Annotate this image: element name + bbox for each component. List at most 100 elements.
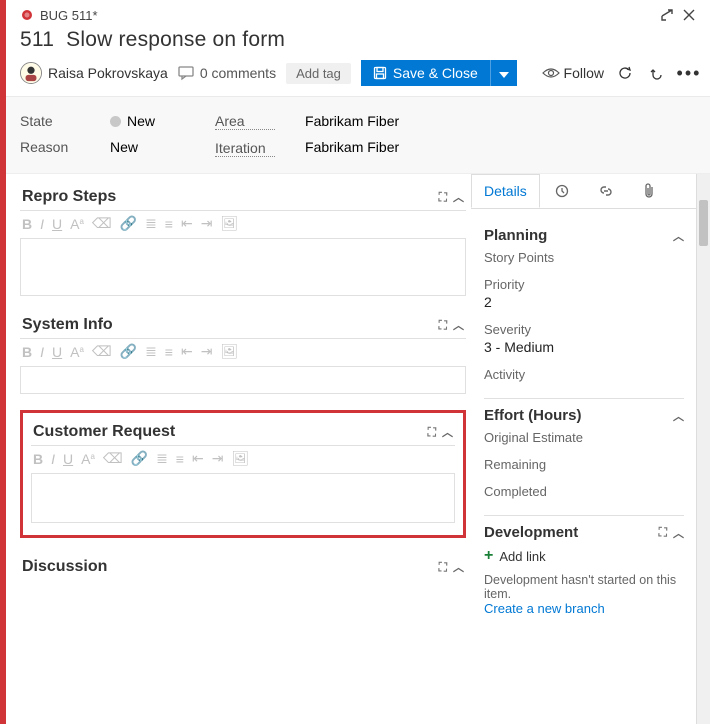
outdent-icon[interactable]: ⇤ (192, 450, 204, 467)
tab-details[interactable]: Details (471, 174, 540, 208)
state-picker[interactable]: New (110, 113, 155, 129)
activity-label: Activity (484, 367, 684, 382)
expand-icon[interactable]: ⛶ (659, 525, 665, 540)
save-dropdown[interactable] (490, 60, 517, 86)
image-icon[interactable]: 🖼 (220, 343, 238, 360)
severity-label: Severity (484, 322, 684, 337)
undo-icon[interactable] (646, 62, 668, 84)
bullet-list-icon[interactable]: ≣ (145, 215, 157, 232)
link-icon[interactable]: 🔗 (120, 215, 137, 232)
outdent-icon[interactable]: ⇤ (181, 343, 193, 360)
editor-toolbar[interactable]: B I U Aᵃ ⌫ 🔗 ≣ ≡ ⇤ ⇥ 🖼 (20, 210, 466, 236)
expand-icon[interactable]: ⛶ (428, 425, 434, 440)
indent-icon[interactable]: ⇥ (212, 450, 224, 467)
work-item-title: Slow response on form (66, 28, 285, 51)
editor-toolbar[interactable]: B I U Aᵃ ⌫ 🔗 ≣ ≡ ⇤ ⇥ 🖼 (20, 338, 466, 364)
bold-icon[interactable]: B (22, 215, 32, 232)
underline-icon[interactable]: U (52, 215, 62, 232)
underline-icon[interactable]: U (63, 450, 73, 467)
state-label: State (20, 113, 80, 129)
original-estimate-field[interactable]: Original Estimate (484, 430, 684, 445)
bug-icon (20, 8, 34, 22)
number-list-icon[interactable]: ≡ (176, 450, 184, 467)
image-icon[interactable]: 🖼 (220, 215, 238, 232)
link-icon[interactable]: 🔗 (131, 450, 148, 467)
follow-button[interactable]: Follow (542, 65, 604, 81)
repro-steps-panel: Repro Steps ⛶ ︿ B I U Aᵃ ⌫ 🔗 ≣ ≡ (20, 184, 466, 296)
font-icon[interactable]: Aᵃ (81, 450, 95, 467)
chevron-up-icon[interactable]: ︿ (442, 424, 453, 440)
italic-icon[interactable]: I (51, 450, 55, 467)
remaining-field[interactable]: Remaining (484, 457, 684, 472)
fullscreen-icon[interactable] (656, 4, 678, 26)
completed-field[interactable]: Completed (484, 484, 684, 499)
close-icon[interactable] (678, 4, 700, 26)
work-item-editor: BUG 511* 511 Slow response on form Raisa… (0, 0, 710, 724)
customer-request-editor[interactable] (31, 473, 455, 523)
state-dot-icon (110, 116, 121, 127)
original-estimate-label: Original Estimate (484, 430, 684, 445)
chevron-up-icon[interactable]: ︿ (673, 525, 684, 541)
repro-steps-editor[interactable] (20, 238, 466, 296)
add-tag-button[interactable]: Add tag (286, 63, 351, 84)
bold-icon[interactable]: B (33, 450, 43, 467)
right-pane: Planning ︿ Story Points Priority 2 Se (472, 209, 696, 724)
save-close-button[interactable]: Save & Close (361, 60, 517, 86)
story-points-field[interactable]: Story Points (484, 250, 684, 265)
topbar: BUG 511* (6, 0, 710, 26)
scroll-thumb[interactable] (699, 200, 708, 246)
more-actions-icon[interactable]: ••• (678, 62, 700, 84)
bullet-list-icon[interactable]: ≣ (156, 450, 168, 467)
italic-icon[interactable]: I (40, 215, 44, 232)
editor-toolbar[interactable]: B I U Aᵃ ⌫ 🔗 ≣ ≡ ⇤ ⇥ 🖼 (31, 445, 455, 471)
bullet-list-icon[interactable]: ≣ (145, 343, 157, 360)
iteration-value[interactable]: Fabrikam Fiber (305, 139, 399, 155)
chevron-up-icon[interactable]: ︿ (453, 559, 464, 575)
avatar (20, 62, 42, 84)
clear-format-icon[interactable]: ⌫ (92, 343, 112, 360)
discussion-heading: Discussion (22, 558, 107, 576)
create-branch-link[interactable]: Create a new branch (484, 601, 684, 616)
chevron-up-icon[interactable]: ︿ (453, 189, 464, 205)
chevron-up-icon[interactable]: ︿ (673, 228, 684, 244)
tab-history[interactable] (540, 174, 584, 208)
image-icon[interactable]: 🖼 (231, 450, 249, 467)
indent-icon[interactable]: ⇥ (201, 343, 213, 360)
system-info-editor[interactable] (20, 366, 466, 394)
expand-icon[interactable]: ⛶ (439, 190, 445, 205)
scrollbar[interactable] (696, 174, 710, 724)
clear-format-icon[interactable]: ⌫ (92, 215, 112, 232)
iteration-label: Iteration (215, 140, 275, 157)
font-icon[interactable]: Aᵃ (70, 343, 84, 360)
activity-field[interactable]: Activity (484, 367, 684, 382)
clear-format-icon[interactable]: ⌫ (103, 450, 123, 467)
number-list-icon[interactable]: ≡ (165, 215, 173, 232)
outdent-icon[interactable]: ⇤ (181, 215, 193, 232)
number-list-icon[interactable]: ≡ (165, 343, 173, 360)
chevron-up-icon[interactable]: ︿ (673, 408, 684, 424)
chevron-up-icon[interactable]: ︿ (453, 317, 464, 333)
expand-icon[interactable]: ⛶ (439, 318, 445, 333)
plus-icon: + (484, 547, 493, 565)
reason-value[interactable]: New (110, 139, 155, 155)
link-icon[interactable]: 🔗 (120, 343, 137, 360)
save-close-main[interactable]: Save & Close (361, 60, 490, 86)
area-value[interactable]: Fabrikam Fiber (305, 113, 399, 129)
comments-button[interactable]: 0 comments (178, 65, 276, 81)
bold-icon[interactable]: B (22, 343, 32, 360)
refresh-icon[interactable] (614, 62, 636, 84)
tab-attachments[interactable] (628, 174, 670, 208)
severity-field[interactable]: Severity 3 - Medium (484, 322, 684, 355)
assignee-picker[interactable]: Raisa Pokrovskaya (20, 62, 168, 84)
add-link-button[interactable]: + Add link (484, 547, 684, 565)
development-section: Development ⛶ ︿ + Add link Development h… (484, 515, 684, 620)
font-icon[interactable]: Aᵃ (70, 215, 84, 232)
expand-icon[interactable]: ⛶ (439, 560, 445, 575)
title-row[interactable]: 511 Slow response on form (6, 26, 710, 60)
italic-icon[interactable]: I (40, 343, 44, 360)
priority-field[interactable]: Priority 2 (484, 277, 684, 310)
indent-icon[interactable]: ⇥ (201, 215, 213, 232)
tab-links[interactable] (584, 174, 628, 208)
underline-icon[interactable]: U (52, 343, 62, 360)
work-item-id: 511 (20, 28, 54, 51)
